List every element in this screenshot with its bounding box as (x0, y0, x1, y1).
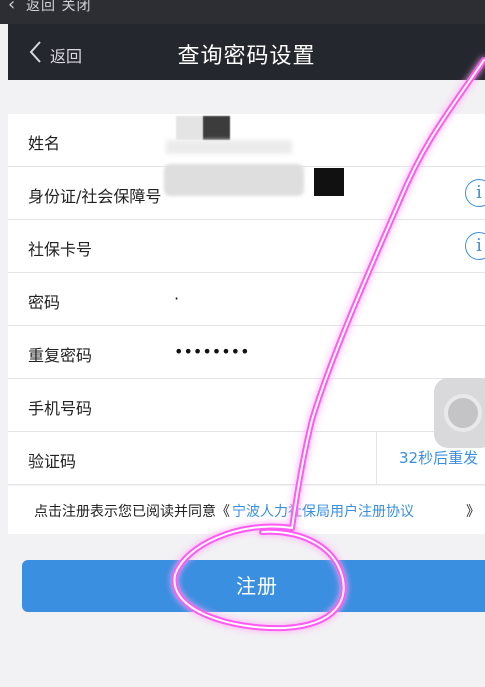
id-number-label: 身份证/社会保障号 (28, 187, 162, 206)
phone-row[interactable]: 手机号码 (8, 379, 485, 432)
assistive-touch-icon (444, 394, 482, 432)
phone-label: 手机号码 (28, 399, 93, 418)
chevron-left-icon: ‹ (8, 0, 16, 15)
navbar: 返回 查询密码设置 (8, 24, 485, 80)
repeat-password-field[interactable]: •••••••• (174, 342, 250, 361)
repeat-password-label: 重复密码 (28, 346, 93, 365)
assistive-touch-button[interactable] (434, 378, 485, 448)
agreement-link[interactable]: 宁波人力社保局用户注册协议 (232, 501, 414, 521)
password-label: 密码 (28, 293, 61, 312)
register-button[interactable]: 注册 (22, 560, 485, 612)
redaction-mask (314, 168, 344, 196)
info-icon[interactable]: i (465, 232, 485, 260)
card-number-row[interactable]: 社保卡号 i (8, 220, 485, 273)
redaction-mask (176, 116, 230, 140)
agreement-notice: 点击注册表示您已阅读并同意《 宁波人力社保局用户注册协议 》 (8, 486, 485, 534)
password-row[interactable]: 密码 · (8, 273, 485, 326)
previous-page-text: 返回 关闭 (26, 0, 92, 14)
redaction-mask (166, 140, 292, 154)
agreement-text: 点击注册表示您已阅读并同意《 (34, 504, 230, 520)
password-field[interactable]: · (174, 289, 179, 308)
page-title: 查询密码设置 (177, 44, 316, 69)
verification-code-row[interactable]: 验证码 32秒后重发 (8, 432, 485, 485)
app-screen: ‹ 返回 关闭 返回 查询密码设置 姓名 身份证/社会保障号 i 社保卡号 i … (0, 0, 485, 687)
card-number-label: 社保卡号 (28, 240, 93, 259)
verification-code-label: 验证码 (28, 452, 77, 471)
info-icon[interactable]: i (465, 179, 485, 207)
redaction-mask (164, 164, 304, 196)
previous-page-strip: ‹ 返回 关闭 (0, 0, 485, 24)
name-label: 姓名 (28, 134, 61, 153)
agreement-close-bracket: 》 (466, 504, 480, 520)
repeat-password-row[interactable]: 重复密码 •••••••• (8, 326, 485, 379)
